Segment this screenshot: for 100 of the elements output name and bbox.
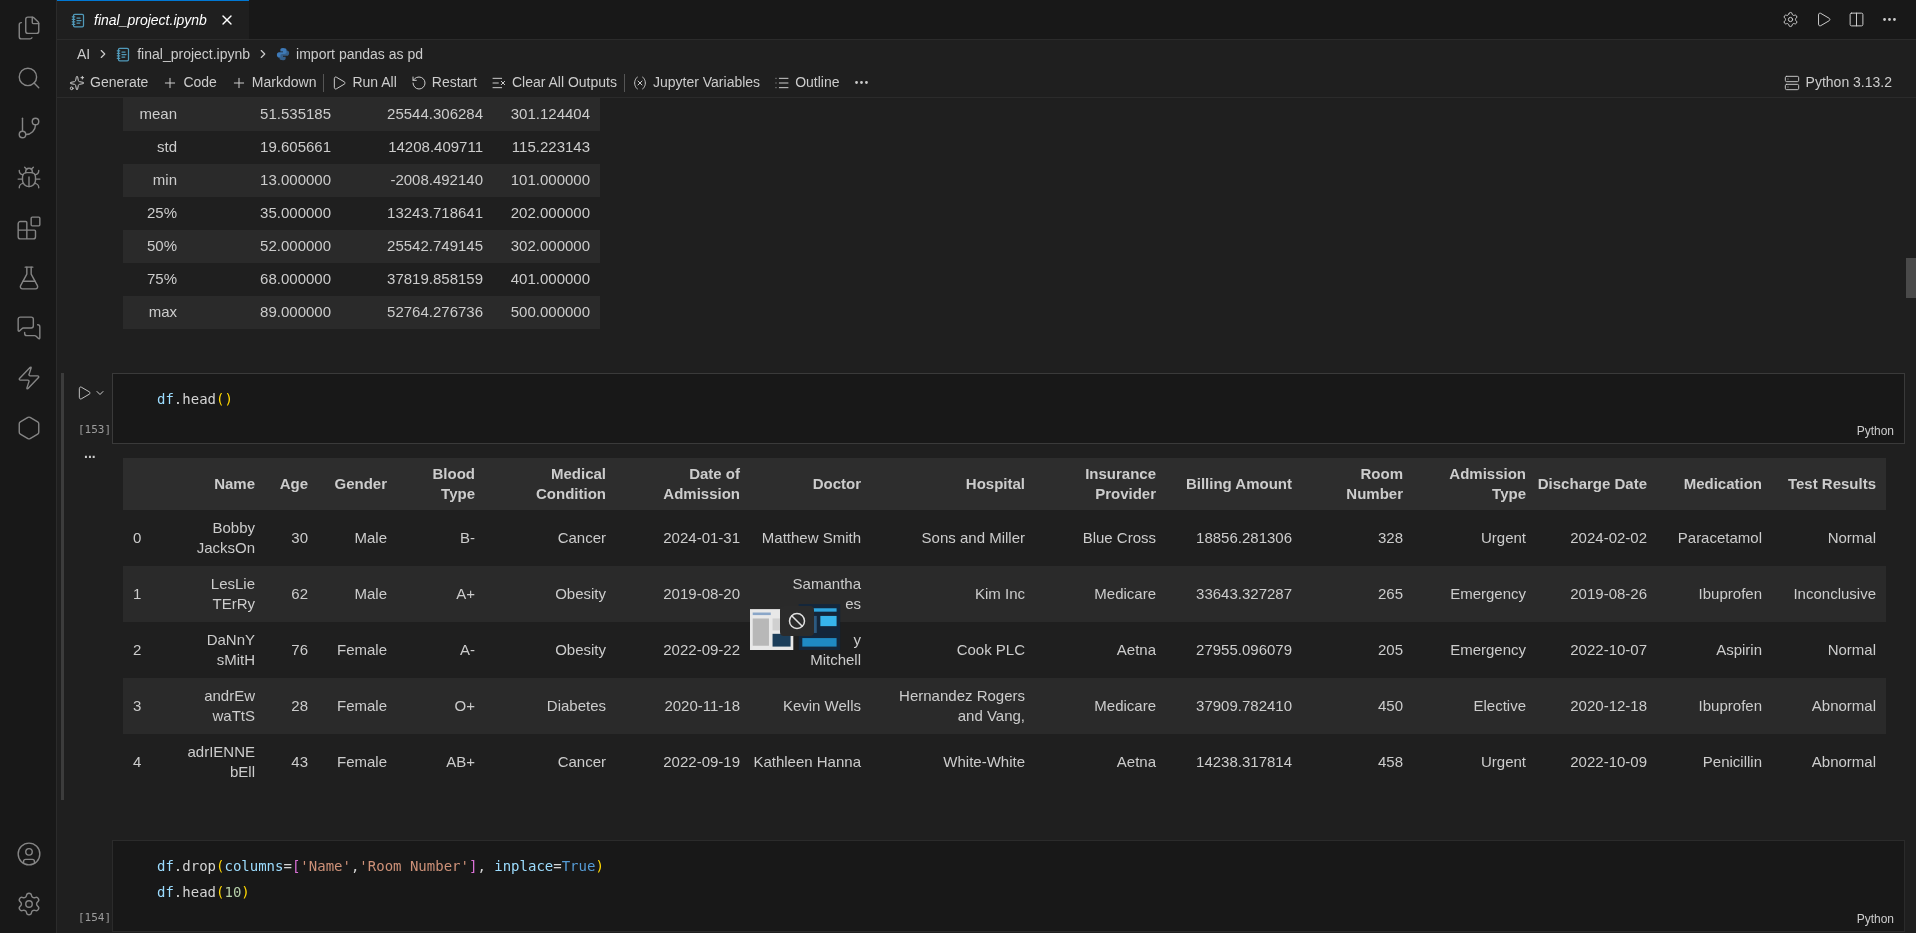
row-label: std xyxy=(123,131,187,164)
row-index: 2 xyxy=(123,622,170,678)
table-cell: Medicare xyxy=(1035,566,1166,622)
breadcrumb-item[interactable]: AI xyxy=(77,43,91,65)
toolbar-button[interactable]: Jupyter Variables xyxy=(632,72,761,93)
table-cell: 51.535185 xyxy=(187,98,341,131)
table-cell: White-White xyxy=(871,734,1035,790)
editor-tab[interactable]: final_project.ipynb xyxy=(57,0,249,39)
cell-language[interactable]: Python xyxy=(1856,910,1894,928)
table-cell: DaNnY sMitH xyxy=(170,622,265,678)
code-cell[interactable]: df.head() Python xyxy=(112,373,1905,444)
table-cell: 37819.858159 xyxy=(341,263,493,296)
row-label: mean xyxy=(123,98,187,131)
account-icon[interactable] xyxy=(15,841,42,867)
column-header: Date of Admission xyxy=(616,458,750,510)
settings-icon[interactable] xyxy=(1782,11,1799,28)
extensions-icon[interactable] xyxy=(15,215,42,241)
column-header: Medical Condition xyxy=(485,458,616,510)
table-cell: 14238.317814 xyxy=(1166,734,1302,790)
table-cell: -2008.492140 xyxy=(341,164,493,197)
table-cell: Aetna xyxy=(1035,622,1166,678)
table-cell: AB+ xyxy=(397,734,485,790)
toolbar-button[interactable]: Generate xyxy=(69,72,149,93)
kernel-picker[interactable]: Python 3.13.2 xyxy=(1783,72,1892,93)
table-cell: 202.000000 xyxy=(493,197,600,230)
debug-icon[interactable] xyxy=(15,165,42,191)
scrollbar-thumb[interactable] xyxy=(1906,258,1916,298)
table-cell: Mitchell xyxy=(810,651,861,668)
run-cell-icon[interactable] xyxy=(76,385,92,401)
cell-language[interactable]: Python xyxy=(1856,422,1894,440)
output-menu[interactable]: ... xyxy=(84,446,96,460)
settings-icon[interactable] xyxy=(15,891,42,917)
code-line: df.drop(columns=['Name','Room Number'], inplace=True) xyxy=(157,857,604,876)
row-index: 4 xyxy=(123,734,170,790)
table-cell: 14208.409711 xyxy=(341,131,493,164)
table-cell: 43 xyxy=(265,734,318,790)
play-icon xyxy=(331,74,348,91)
row-label: 50% xyxy=(123,230,187,263)
table-cell: Inconclusive xyxy=(1772,566,1886,622)
table-cell: 76 xyxy=(265,622,318,678)
table-cell: 2019-08-20 xyxy=(616,566,750,622)
toolbar-button[interactable]: Outline xyxy=(774,72,840,93)
table-cell: Male xyxy=(318,566,397,622)
toolbar-button[interactable]: Restart xyxy=(410,72,477,93)
column-header: Name xyxy=(170,458,265,510)
table-cell: Ibuprofen xyxy=(1657,678,1772,734)
table-cell: Hernandez Rogers and Vang, xyxy=(871,678,1035,734)
column-header: Test Results xyxy=(1772,458,1886,510)
table-cell: 25542.749145 xyxy=(341,230,493,263)
execution-count: [153] xyxy=(78,421,112,438)
execution-count: [154] xyxy=(78,909,112,926)
row-label: 75% xyxy=(123,263,187,296)
breadcrumb-item[interactable]: final_project.ipynb xyxy=(137,43,251,65)
table-cell: 33643.327287 xyxy=(1166,566,1302,622)
toolbar-button[interactable]: Markdown xyxy=(230,72,317,93)
table-cell: 2024-02-02 xyxy=(1536,510,1657,566)
table-cell: A- xyxy=(397,622,485,678)
split-editor-icon[interactable] xyxy=(1848,11,1865,28)
table-cell: Urgent xyxy=(1413,734,1536,790)
table-cell: Aspirin xyxy=(1657,622,1772,678)
table-cell: 500.000000 xyxy=(493,296,600,329)
table-cell: Bobby JacksOn xyxy=(170,510,265,566)
table-cell: 25544.306284 xyxy=(341,98,493,131)
chat-icon[interactable] xyxy=(15,315,42,341)
column-header: Age xyxy=(265,458,318,510)
row-label: 25% xyxy=(123,197,187,230)
table-cell: Paracetamol xyxy=(1657,510,1772,566)
code-cell[interactable]: df.drop(columns=['Name','Room Number'], inplace=True) df.head(10) Python xyxy=(112,840,1905,932)
column-header: Insurance Provider xyxy=(1035,458,1166,510)
toolbar-button[interactable]: Code xyxy=(162,72,217,93)
table-cell: B- xyxy=(397,510,485,566)
table-cell: andrEw waTtS xyxy=(170,678,265,734)
table-cell: A+ xyxy=(397,566,485,622)
toolbar-button[interactable]: Clear All Outputs xyxy=(490,72,617,93)
column-header: Hospital xyxy=(871,458,1035,510)
table-cell: 2024-01-31 xyxy=(616,510,750,566)
no-drop-icon xyxy=(788,612,806,630)
code-line: df.head(10) xyxy=(157,883,250,902)
restart-icon xyxy=(410,74,427,91)
table-cell: 302.000000 xyxy=(493,230,600,263)
table-cell: Abnormal xyxy=(1772,734,1886,790)
table-cell: 2022-10-09 xyxy=(1536,734,1657,790)
table-cell: Medicare xyxy=(1035,678,1166,734)
table-cell: Obesity xyxy=(485,622,616,678)
table-cell: adrIENNE bEll xyxy=(170,734,265,790)
table-cell: Elective xyxy=(1413,678,1536,734)
breadcrumb-item[interactable]: import pandas as pd xyxy=(296,43,423,65)
toolbar-button[interactable]: Run All xyxy=(331,72,397,93)
table-cell: 68.000000 xyxy=(187,263,341,296)
table-cell: Emergency xyxy=(1413,566,1536,622)
code-line: df.head() xyxy=(157,390,233,409)
table-cell: Female xyxy=(318,678,397,734)
table-cell: 19.605661 xyxy=(187,131,341,164)
table-cell: Samantha xyxy=(792,575,861,592)
table-cell: 2019-08-26 xyxy=(1536,566,1657,622)
server-icon xyxy=(1783,74,1800,91)
run-icon[interactable] xyxy=(1815,11,1832,28)
table-cell: 13243.718641 xyxy=(341,197,493,230)
table-cell: Male xyxy=(318,510,397,566)
table-cell: Cancer xyxy=(485,734,616,790)
